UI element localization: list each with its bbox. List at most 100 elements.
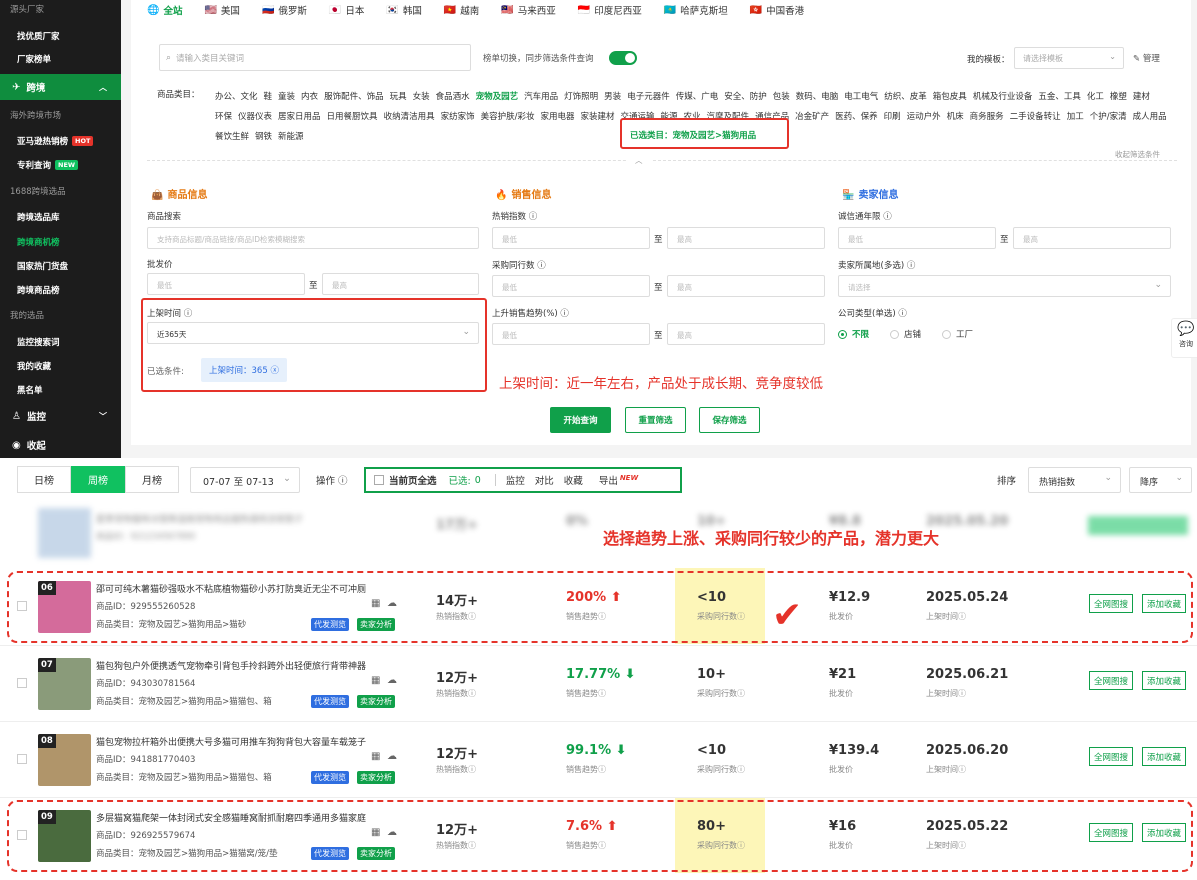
company-type-any[interactable]: 不限 bbox=[838, 328, 869, 340]
category-item[interactable]: 机床 bbox=[947, 112, 964, 122]
image-search-button[interactable]: 全网图搜 bbox=[1089, 747, 1134, 766]
category-item[interactable]: 童装 bbox=[278, 92, 295, 102]
product-search-input[interactable]: 支持商品标题/商品链接/商品ID检索模糊搜索 bbox=[147, 227, 479, 249]
tab-country[interactable]: 🇰🇷 韩国 bbox=[386, 3, 421, 18]
sidebar-item-amazon[interactable]: 亚马逊热销榜 HOT bbox=[17, 135, 94, 147]
row-checkbox[interactable] bbox=[17, 678, 27, 688]
wholesale-min-input[interactable]: 最低 bbox=[147, 273, 305, 295]
category-item[interactable]: 宠物及园艺 bbox=[476, 92, 519, 102]
sidebar-collapse[interactable]: ◉ 收起 bbox=[0, 432, 121, 458]
category-item[interactable]: 收纳清洁用具 bbox=[384, 112, 435, 122]
category-item[interactable]: 美容护肤/彩妆 bbox=[481, 112, 535, 122]
category-item[interactable]: 五金、工具 bbox=[1038, 92, 1081, 102]
product-thumbnail[interactable]: 07 bbox=[38, 658, 91, 710]
tab-monthly[interactable]: 月榜 bbox=[125, 466, 179, 493]
category-item[interactable]: 玩具 bbox=[390, 92, 407, 102]
category-item[interactable]: 办公、文化 bbox=[215, 92, 258, 102]
tab-country[interactable]: 🇰🇿 哈萨克斯坦 bbox=[664, 3, 728, 18]
add-favorite-button[interactable]: 添加收藏 bbox=[1142, 747, 1187, 766]
selected-condition-tag[interactable]: 上架时间：365 ⓧ bbox=[201, 358, 287, 382]
sort-order-select[interactable]: 降序 ⌄ bbox=[1129, 467, 1192, 493]
manage-button[interactable]: ✎ 管理 bbox=[1133, 52, 1160, 64]
category-item[interactable]: 环保 bbox=[215, 112, 232, 122]
category-item[interactable]: 居家日用品 bbox=[278, 112, 321, 122]
add-favorite-button[interactable]: 添加收藏 bbox=[1142, 671, 1187, 690]
category-item[interactable]: 家用电器 bbox=[540, 112, 574, 122]
category-item[interactable]: 化工 bbox=[1087, 92, 1104, 102]
sidebar-group-cross-border[interactable]: ✈ 跨境 ︿ bbox=[0, 74, 121, 100]
peers-min[interactable]: 最低 bbox=[492, 275, 650, 297]
sidebar-item-blacklist[interactable]: 黑名单 bbox=[17, 384, 43, 396]
tab-country[interactable]: 🇭🇰 中国香港 bbox=[750, 3, 804, 18]
sidebar-item-cross-lib[interactable]: 跨境选品库 bbox=[17, 211, 60, 223]
category-item[interactable]: 冶金矿产 bbox=[795, 112, 829, 122]
hot-index-min[interactable]: 最低 bbox=[492, 227, 650, 249]
category-item[interactable]: 运动户外 bbox=[907, 112, 941, 122]
category-item[interactable]: 个护/家清 bbox=[1090, 112, 1127, 122]
wholesale-max-input[interactable]: 最高 bbox=[322, 273, 479, 295]
export-button[interactable]: 导出 NEW bbox=[599, 473, 638, 487]
tab-country[interactable]: 🇻🇳 越南 bbox=[444, 3, 479, 18]
sidebar-item-opportunity[interactable]: 跨境商机榜 bbox=[17, 236, 60, 248]
category-item[interactable]: 灯饰照明 bbox=[564, 92, 598, 102]
location-select[interactable]: 请选择 ⌄ bbox=[838, 275, 1171, 297]
monitor-button[interactable]: 监控 bbox=[506, 473, 525, 487]
category-item[interactable]: 电子元器件 bbox=[627, 92, 670, 102]
product-thumbnail[interactable]: 08 bbox=[38, 734, 91, 786]
tab-country[interactable]: 🇯🇵 日本 bbox=[329, 3, 364, 18]
qrcode-icon[interactable]: ▦ bbox=[371, 751, 380, 762]
company-type-factory[interactable]: 工厂 bbox=[942, 328, 973, 340]
sidebar-item-favorites[interactable]: 我的收藏 bbox=[17, 360, 51, 372]
tab-country[interactable]: 🇺🇸 美国 bbox=[204, 3, 239, 18]
sidebar-item-country-hot[interactable]: 国家热门货盘 bbox=[17, 260, 68, 272]
category-item[interactable]: 家纺家饰 bbox=[441, 112, 475, 122]
category-item[interactable]: 汽车用品 bbox=[524, 92, 558, 102]
category-search-input[interactable]: ⌕ 请输入类目关键词 bbox=[159, 44, 471, 71]
tab-daily[interactable]: 日榜 bbox=[17, 466, 71, 493]
compare-button[interactable]: 对比 bbox=[535, 473, 554, 487]
category-item[interactable]: 数码、电脑 bbox=[796, 92, 839, 102]
category-item[interactable]: 家装建材 bbox=[580, 112, 614, 122]
reset-button[interactable]: 重置筛选 bbox=[625, 407, 686, 433]
sidebar-item-quality-factory[interactable]: 找优质厂家 bbox=[17, 30, 60, 42]
category-item[interactable]: 箱包皮具 bbox=[933, 92, 967, 102]
row-checkbox[interactable] bbox=[17, 754, 27, 764]
select-all-label[interactable]: 当前页全选 bbox=[389, 473, 437, 487]
seller-analysis-tag[interactable]: 卖家分析 bbox=[357, 695, 395, 708]
category-item[interactable]: 新能源 bbox=[278, 132, 304, 142]
category-item[interactable]: 鞋 bbox=[264, 92, 273, 102]
query-button[interactable]: 开始查询 bbox=[550, 407, 611, 433]
company-type-shop[interactable]: 店铺 bbox=[890, 328, 921, 340]
favorite-button[interactable]: 收藏 bbox=[564, 473, 583, 487]
select-all-checkbox[interactable] bbox=[374, 475, 384, 485]
category-item[interactable]: 服饰配件、饰品 bbox=[324, 92, 384, 102]
template-select[interactable]: 请选择模板 ⌄ bbox=[1014, 47, 1124, 69]
category-item[interactable]: 仪器仪表 bbox=[238, 112, 272, 122]
listing-time-select[interactable]: 近365天 ⌄ bbox=[147, 322, 479, 344]
category-item[interactable]: 女装 bbox=[413, 92, 430, 102]
category-item[interactable]: 机械及行业设备 bbox=[973, 92, 1033, 102]
sync-toggle[interactable] bbox=[609, 51, 637, 65]
trend-max[interactable]: 最高 bbox=[667, 323, 825, 345]
category-item[interactable]: 安全、防护 bbox=[724, 92, 767, 102]
category-item[interactable]: 医药、保养 bbox=[835, 112, 878, 122]
sidebar-item-patent[interactable]: 专利查询 NEW bbox=[17, 159, 79, 171]
sort-field-select[interactable]: 热销指数 ⌄ bbox=[1028, 467, 1121, 493]
sidebar-group-monitor[interactable]: ♙ 监控 ﹀ bbox=[0, 403, 121, 429]
category-item[interactable]: 橡塑 bbox=[1110, 92, 1127, 102]
tab-country[interactable]: 🇮🇩 印度尼西亚 bbox=[578, 3, 642, 18]
category-item[interactable]: 内衣 bbox=[301, 92, 318, 102]
dropship-tag[interactable]: 代发测览 bbox=[311, 695, 349, 708]
hot-index-max[interactable]: 最高 bbox=[667, 227, 825, 249]
tab-country[interactable]: 🇷🇺 俄罗斯 bbox=[262, 3, 307, 18]
collapse-filters-button[interactable]: 收起筛选条件 ︿ bbox=[627, 149, 1168, 166]
tab-weekly[interactable]: 周榜 bbox=[71, 466, 125, 493]
consult-button[interactable]: 💬 咨询 bbox=[1171, 318, 1197, 358]
category-item[interactable]: 二手设备转让 bbox=[1010, 112, 1061, 122]
close-icon[interactable]: ⓧ bbox=[270, 366, 279, 376]
category-item[interactable]: 男装 bbox=[604, 92, 621, 102]
dropship-tag[interactable]: 代发测览 bbox=[311, 771, 349, 784]
category-item[interactable]: 加工 bbox=[1067, 112, 1084, 122]
trend-min[interactable]: 最低 bbox=[492, 323, 650, 345]
peers-max[interactable]: 最高 bbox=[667, 275, 825, 297]
